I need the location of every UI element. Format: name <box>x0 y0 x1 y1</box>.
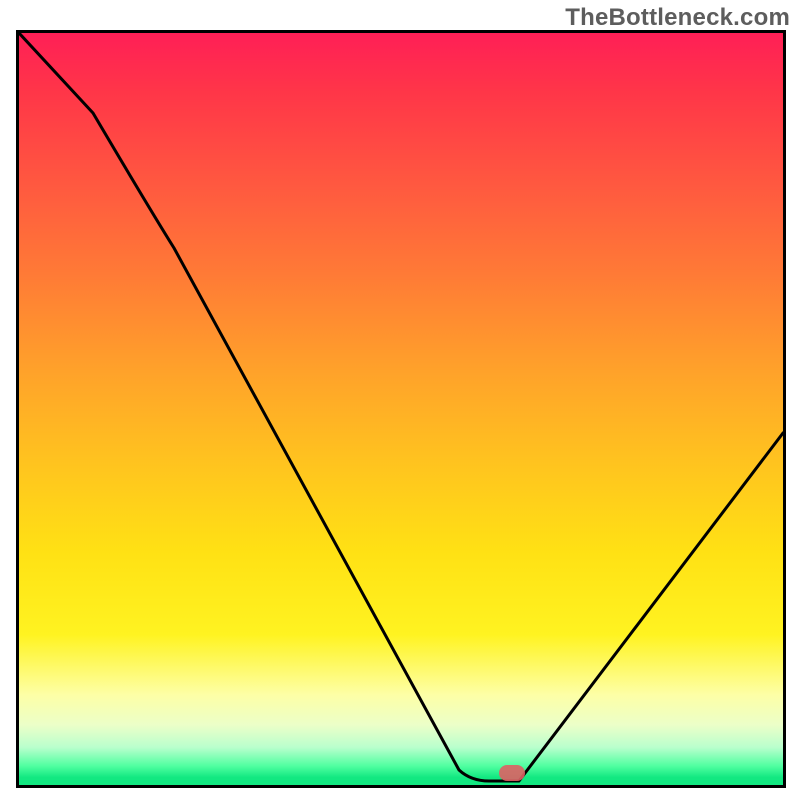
watermark-text: TheBottleneck.com <box>565 4 790 32</box>
chart-container: TheBottleneck.com <box>0 0 800 800</box>
plot-area <box>16 30 786 788</box>
curve-path <box>19 33 783 781</box>
bottleneck-curve <box>19 33 783 785</box>
optimal-marker <box>499 765 525 781</box>
